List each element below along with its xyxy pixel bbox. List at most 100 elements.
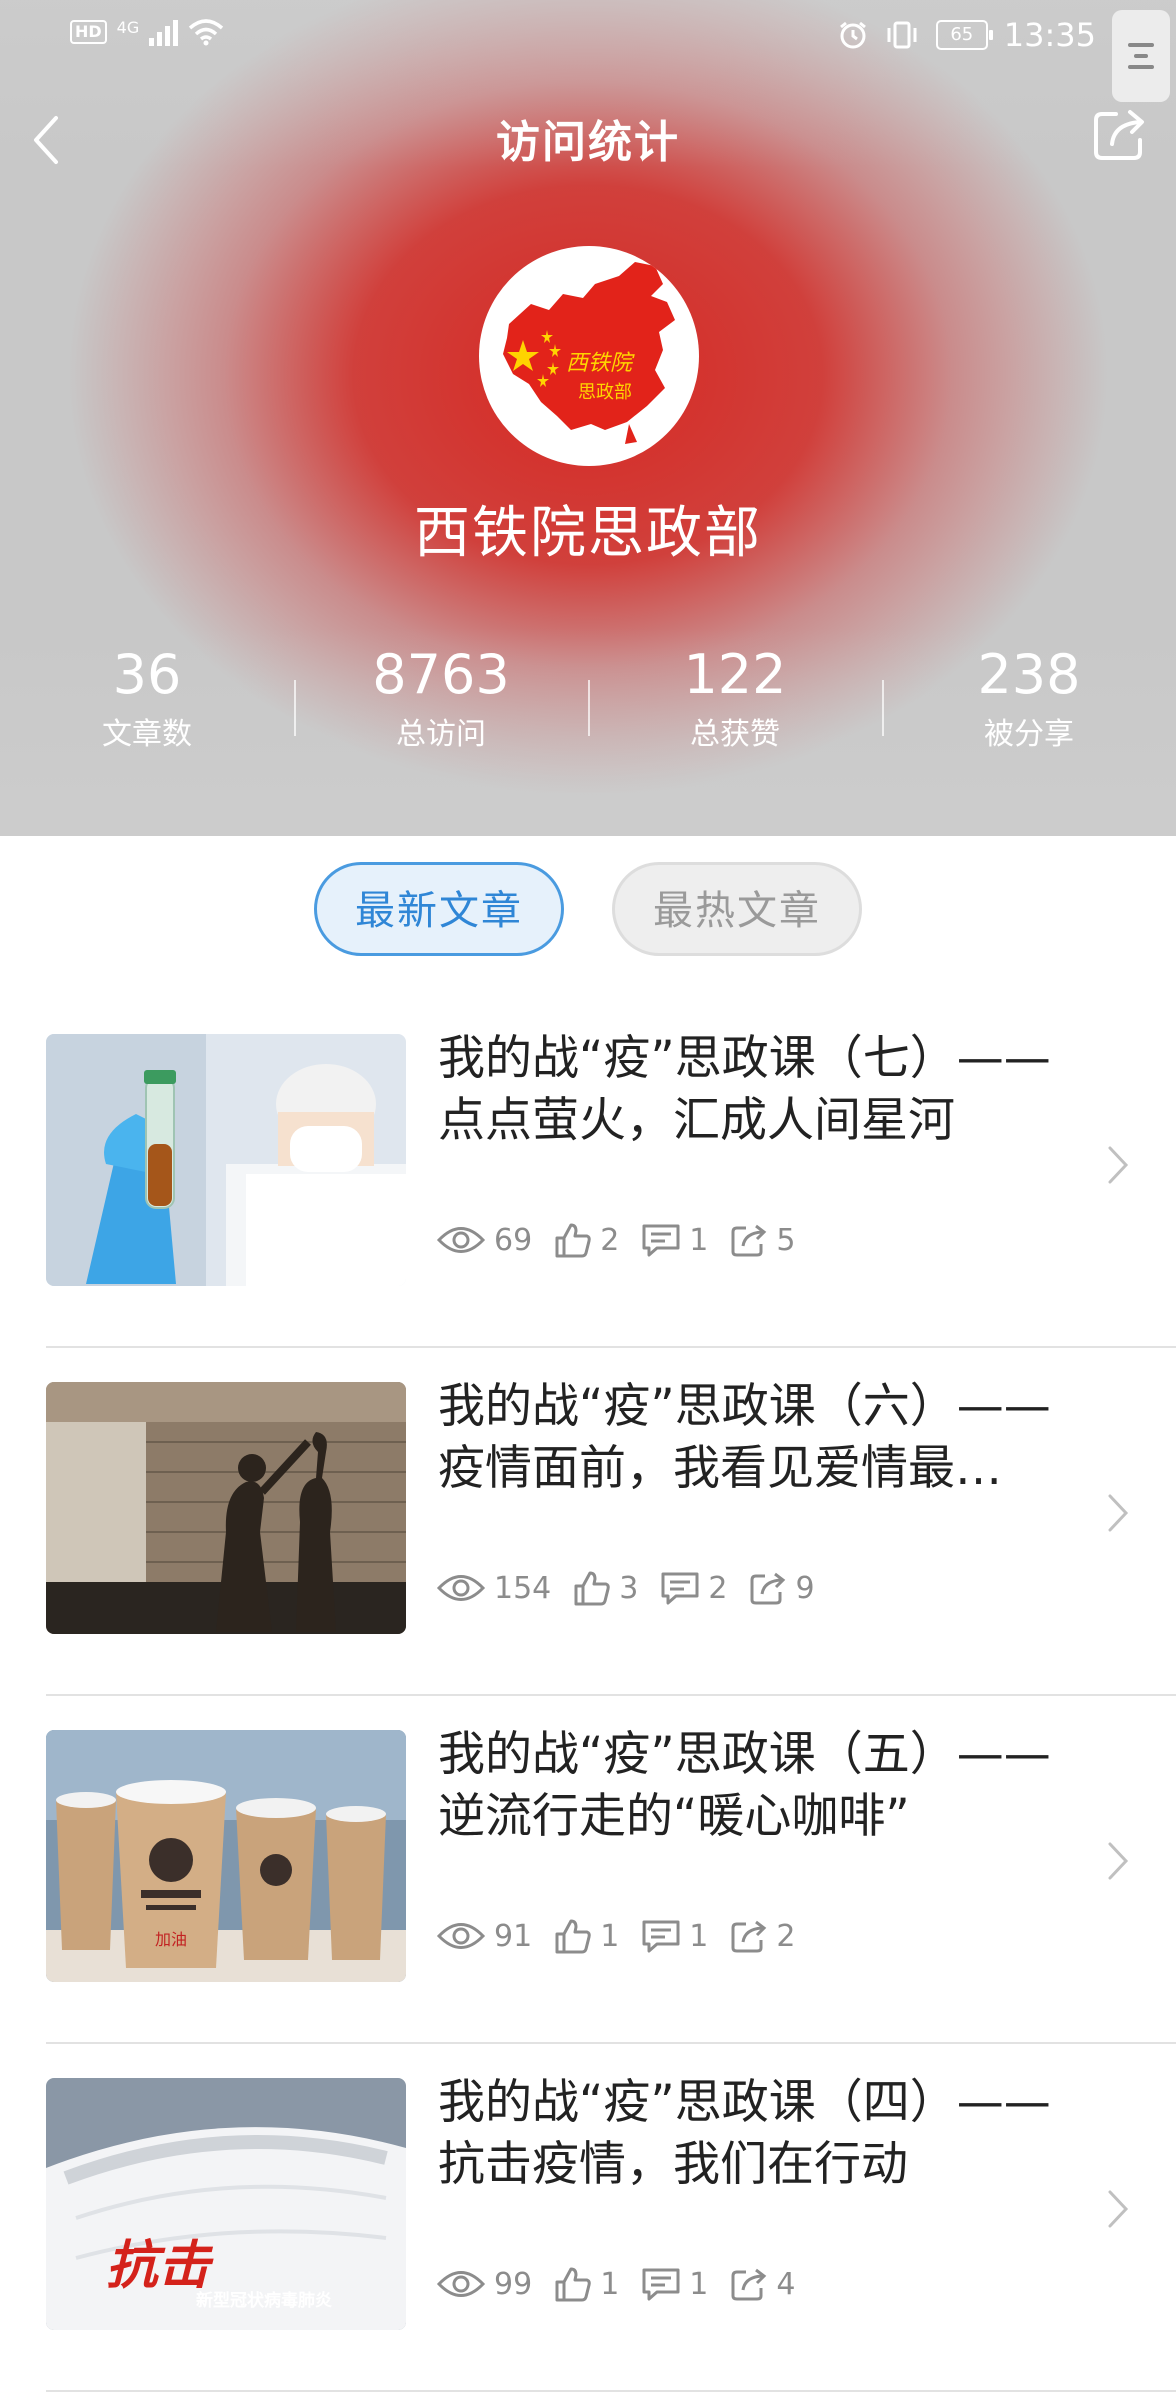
stat-label: 文章数 (102, 717, 192, 752)
page-title: 访问统计 (496, 117, 680, 168)
article-title[interactable]: 我的战“疫”思政课（六）——疫情面前，我看见爱情最… (438, 1376, 1078, 1500)
thumbnail-headline: 抗击 (106, 2236, 214, 2296)
nav-bar: 访问统计 (0, 100, 1176, 180)
article-tabs: 最新文章 最热文章 (0, 862, 1176, 960)
article-thumbnail (46, 1034, 406, 1286)
shares-count: 4 (776, 2266, 796, 2302)
comments-stat: 1 (641, 2266, 708, 2302)
share-out-icon (731, 1920, 767, 1953)
stat-value: 36 (112, 643, 182, 706)
comment-icon (642, 1224, 680, 1257)
article-thumbnail: 加油 (46, 1730, 406, 1982)
stat-label: 总访问 (396, 717, 486, 752)
article-item[interactable]: 抗击 新型冠状病毒肺炎 我的战“疫”思政课（四）——抗击疫情，我们在行动 99 … (0, 2044, 1176, 2392)
share-out-icon (731, 2268, 767, 2301)
wifi-icon (189, 19, 224, 46)
views-count: 99 (494, 2266, 533, 2302)
views-count: 69 (494, 1222, 533, 1258)
thumbnail-subtitle: 新型冠状病毒肺炎 (196, 2290, 332, 2311)
stat-shared: 238 被分享 (882, 640, 1176, 770)
article-item[interactable]: 我的战“疫”思政课（七）——点点萤火，汇成人间星河 69 2 1 5 (0, 1000, 1176, 1348)
status-right: 65 13:35 (838, 16, 1096, 54)
avatar-text-line1: 西铁院 (566, 351, 635, 376)
article-title[interactable]: 我的战“疫”思政课（五）——逆流行走的“暖心咖啡” (438, 1724, 1078, 1848)
stat-value: 122 (683, 643, 787, 706)
signal-icon (149, 18, 179, 46)
stat-articles: 36 文章数 (0, 640, 294, 770)
views-count: 91 (494, 1918, 533, 1954)
views-stat: 69 (436, 1223, 532, 1258)
shares-count: 9 (795, 1570, 815, 1606)
comments-count: 1 (689, 2266, 709, 2302)
likes-stat: 1 (554, 2266, 619, 2302)
stat-label: 总获赞 (690, 717, 780, 752)
stat-total-likes: 122 总获赞 (588, 640, 882, 770)
stat-total-visits: 8763 总访问 (294, 640, 588, 770)
article-list: 我的战“疫”思政课（七）——点点萤火，汇成人间星河 69 2 1 5 我的战“疫… (0, 1000, 1176, 2392)
network-type: 4G (116, 17, 140, 37)
stats-row: 36 文章数 8763 总访问 122 总获赞 238 被分享 (0, 640, 1176, 770)
eye-icon (436, 2271, 486, 2297)
eye-icon (436, 1575, 486, 1601)
stat-value: 8763 (372, 643, 510, 706)
shares-stat: 9 (749, 1570, 815, 1606)
views-stat: 91 (436, 1919, 532, 1954)
likes-count: 2 (600, 1222, 620, 1258)
share-out-icon (731, 1224, 767, 1257)
clock: 13:35 (1003, 16, 1096, 54)
shares-stat: 5 (730, 1222, 795, 1258)
article-stats: 154 3 2 9 (436, 1570, 837, 1606)
views-stat: 154 (436, 1571, 551, 1606)
alarm-icon (839, 21, 866, 49)
comments-count: 2 (708, 1570, 728, 1606)
status-left: HD 4G (70, 18, 224, 46)
battery-icon: 65 (935, 20, 993, 50)
article-stats: 91 1 1 2 (436, 1918, 817, 1954)
share-icon[interactable] (1090, 104, 1150, 164)
article-thumbnail: 抗击 新型冠状病毒肺炎 (46, 2078, 406, 2330)
tab-latest-articles[interactable]: 最新文章 (314, 862, 564, 956)
share-out-icon (750, 1572, 786, 1605)
floating-menu-button[interactable] (1112, 10, 1170, 102)
views-stat: 99 (436, 2267, 532, 2302)
thumbs-up-icon (555, 2267, 591, 2302)
eye-icon (436, 1227, 486, 1253)
avatar-text-line2: 思政部 (578, 382, 632, 403)
shares-stat: 4 (730, 2266, 795, 2302)
svg-text:加油: 加油 (155, 1930, 187, 1949)
comments-count: 1 (689, 1222, 709, 1258)
comments-stat: 1 (641, 1918, 708, 1954)
avatar: 西铁院 思政部 (479, 246, 699, 466)
article-stats: 69 2 1 5 (436, 1222, 817, 1258)
chevron-right-icon (1108, 2190, 1129, 2228)
shares-count: 2 (776, 1918, 796, 1954)
article-title[interactable]: 我的战“疫”思政课（七）——点点萤火，汇成人间星河 (438, 1028, 1078, 1152)
chevron-right-icon (1108, 1146, 1129, 1184)
tab-hottest-articles[interactable]: 最热文章 (612, 862, 862, 956)
likes-count: 1 (600, 2266, 620, 2302)
china-map-logo: 西铁院 思政部 (503, 262, 675, 444)
likes-stat: 3 (573, 1570, 638, 1606)
likes-count: 3 (619, 1570, 639, 1606)
article-title[interactable]: 我的战“疫”思政课（四）——抗击疫情，我们在行动 (438, 2072, 1078, 2196)
hd-indicator: HD (70, 20, 107, 44)
thumbs-up-icon (555, 1223, 591, 1258)
article-item[interactable]: 加油 我的战“疫”思政课（五）——逆流行走的“暖心咖啡” 91 1 1 2 (0, 1696, 1176, 2044)
account-name: 西铁院思政部 (414, 501, 762, 566)
comments-count: 1 (689, 1918, 709, 1954)
profile-header: HD 4G 65 13:35 访问统计 西铁院 思政部 西铁院思政部 36 文章… (0, 0, 1176, 836)
status-bar: HD 4G 65 13:35 (0, 0, 1176, 102)
comment-icon (642, 2268, 680, 2301)
comment-icon (661, 1572, 699, 1605)
article-item[interactable]: 我的战“疫”思政课（六）——疫情面前，我看见爱情最… 154 3 2 9 (0, 1348, 1176, 1696)
article-stats: 99 1 1 4 (436, 2266, 817, 2302)
chevron-right-icon (1108, 1842, 1129, 1880)
eye-icon (436, 1923, 486, 1949)
thumbs-up-icon (574, 1571, 611, 1606)
views-count: 154 (494, 1570, 552, 1606)
comments-stat: 1 (641, 1222, 708, 1258)
chevron-right-icon (1108, 1494, 1129, 1532)
comments-stat: 2 (660, 1570, 727, 1606)
likes-stat: 1 (554, 1918, 619, 1954)
stat-value: 238 (977, 643, 1081, 706)
